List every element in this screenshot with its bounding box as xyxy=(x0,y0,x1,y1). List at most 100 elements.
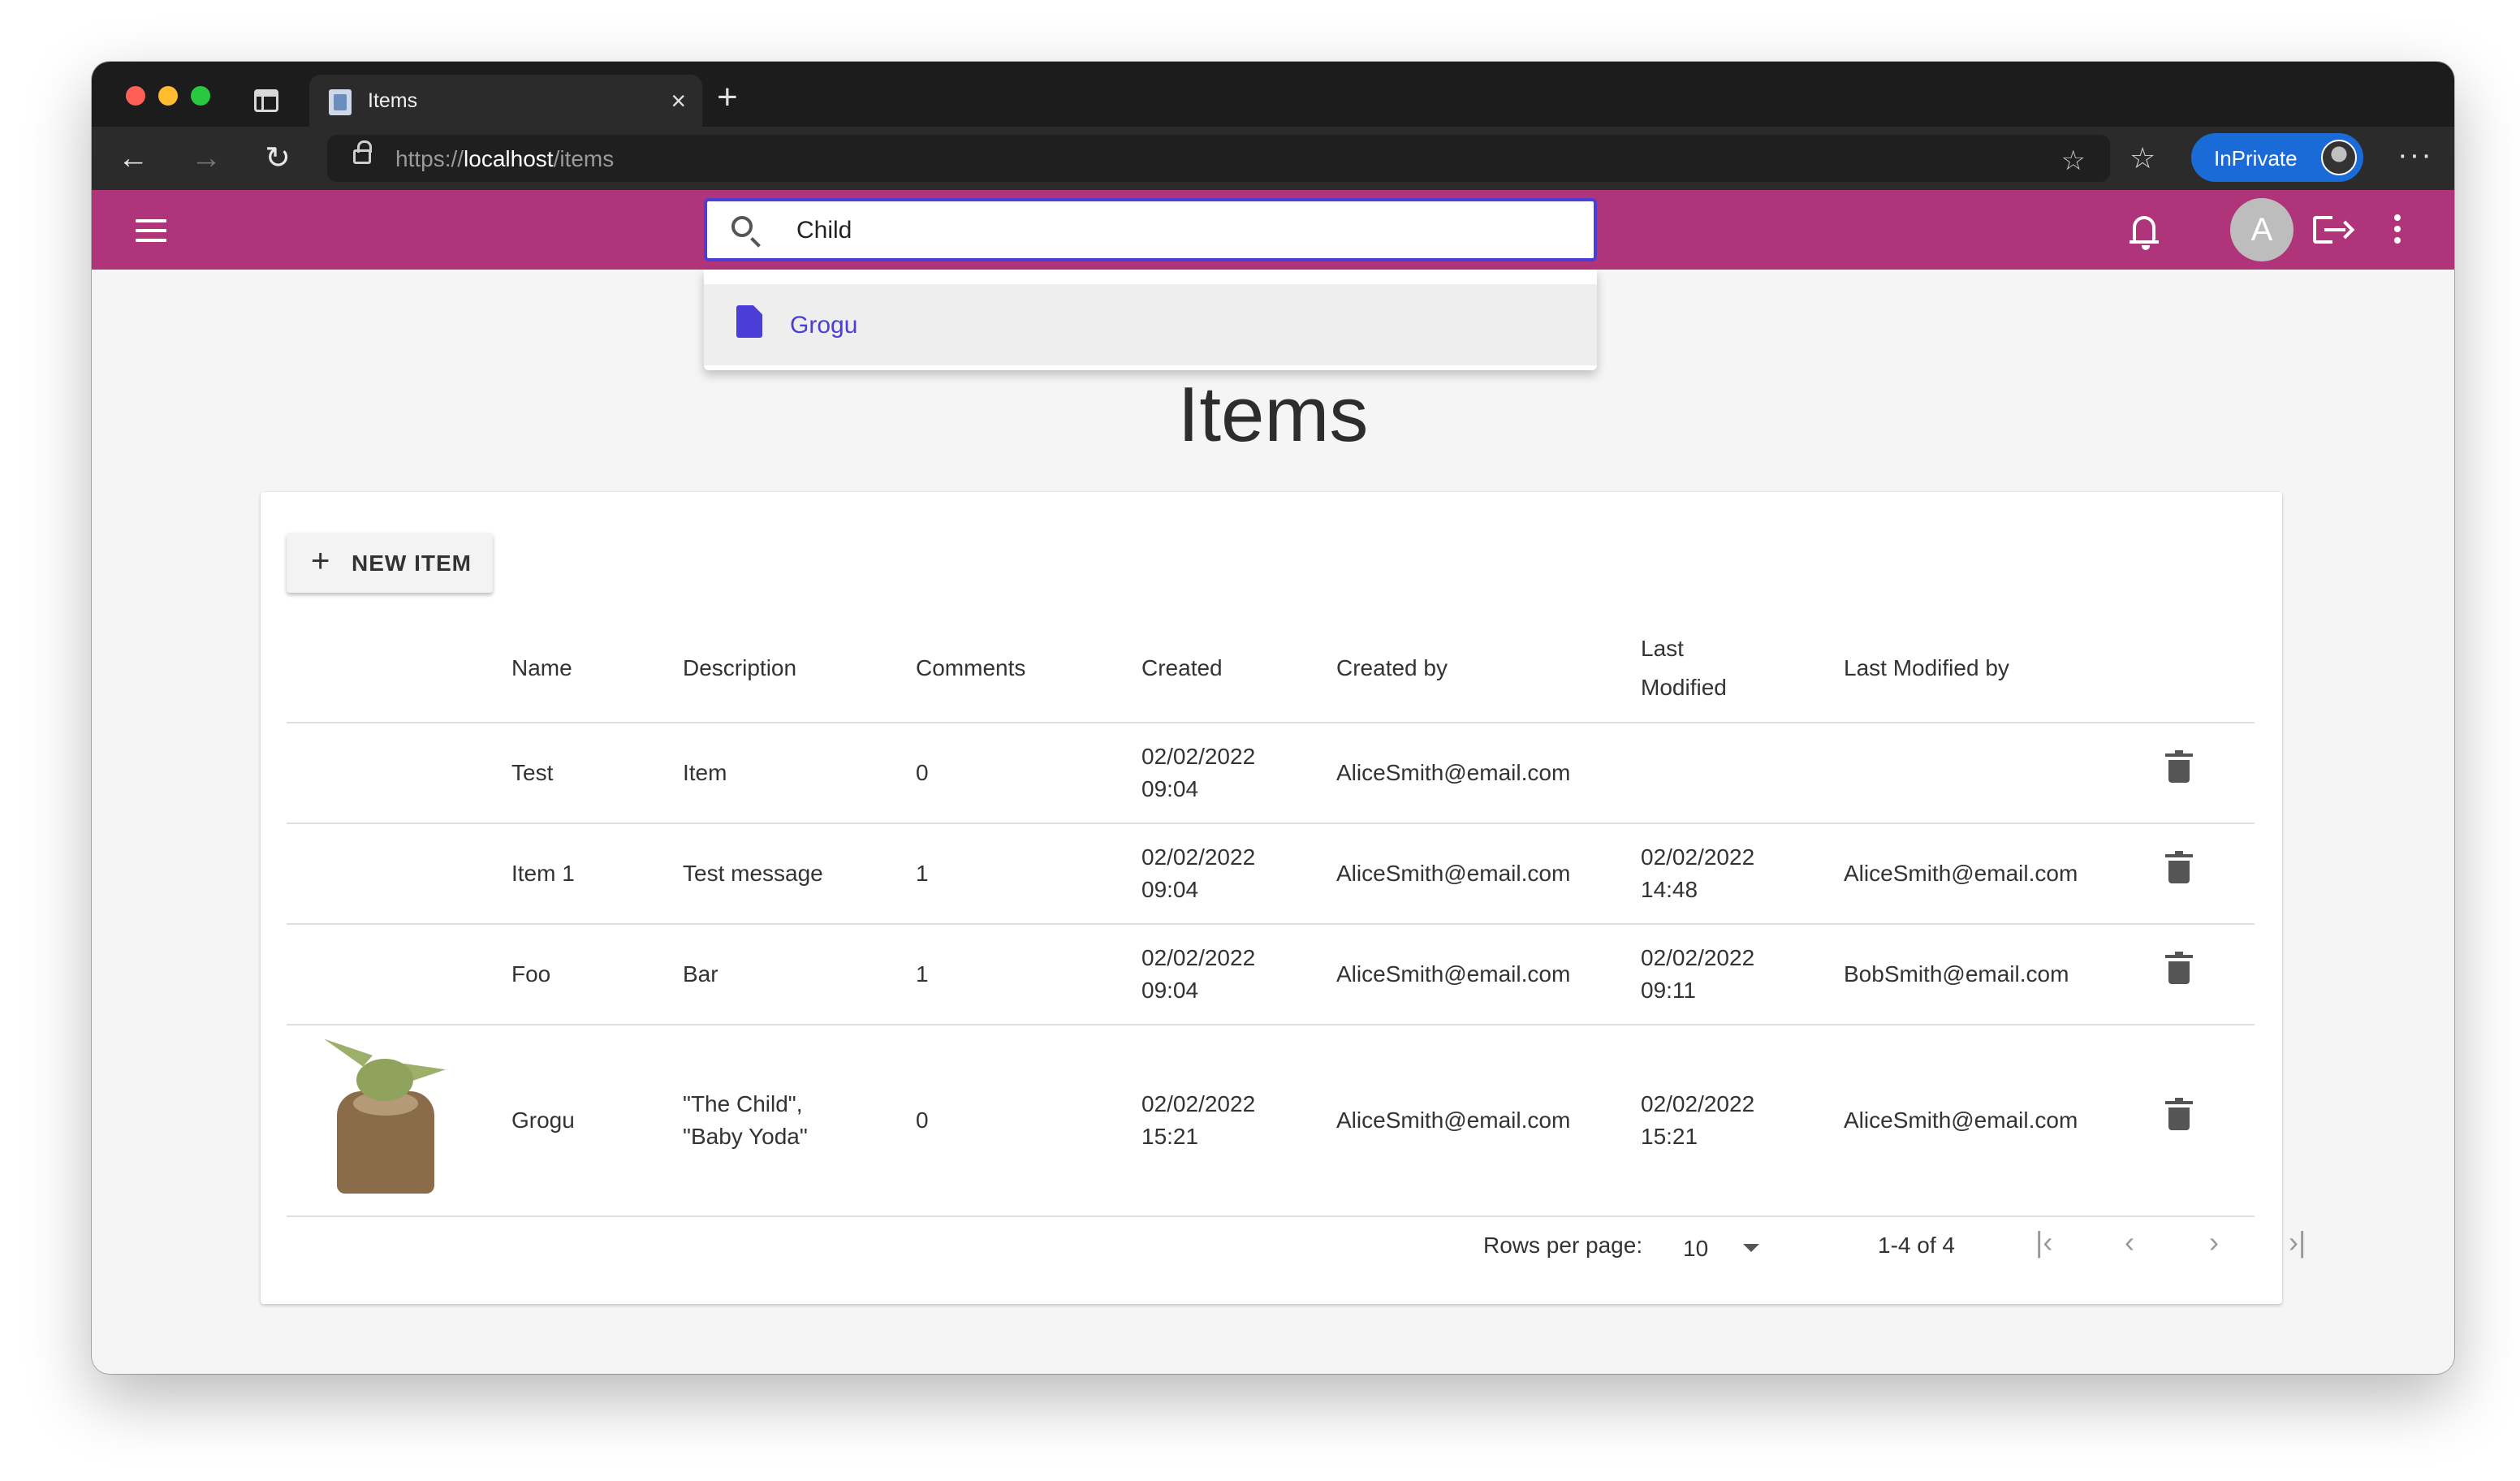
table-row[interactable]: Grogu "The Child", "Baby Yoda" 0 02/02/20… xyxy=(287,1025,2255,1217)
header-actions xyxy=(2168,614,2255,723)
row-created: 02/02/2022 09:04 xyxy=(1141,723,1336,824)
row-modified-by xyxy=(1844,723,2168,824)
browser-window: Items × + ← → ↻ https://localhost/items … xyxy=(92,62,2454,1374)
table-row[interactable]: Foo Bar 1 02/02/2022 09:04 AliceSmith@ema… xyxy=(287,924,2255,1025)
header-last-modified-by[interactable]: Last Modified by xyxy=(1844,614,2168,723)
inprivate-label: InPrivate xyxy=(2214,146,2298,171)
header-created-by[interactable]: Created by xyxy=(1336,614,1641,723)
add-favorite-icon[interactable]: ☆ xyxy=(2061,145,2086,177)
header-image xyxy=(287,614,511,723)
minimize-window-button[interactable] xyxy=(158,86,178,106)
row-created-by: AliceSmith@email.com xyxy=(1336,823,1641,925)
rows-per-page-label: Rows per page: xyxy=(1483,1233,1643,1258)
header-description[interactable]: Description xyxy=(683,614,916,723)
row-modified xyxy=(1641,723,1844,824)
search-result-label: Grogu xyxy=(790,312,858,339)
menu-icon[interactable] xyxy=(136,219,166,242)
new-item-button[interactable]: + NEW ITEM xyxy=(287,533,493,593)
app-bar: A xyxy=(92,190,2454,270)
row-created-by: AliceSmith@email.com xyxy=(1336,924,1641,1025)
search-input[interactable] xyxy=(796,213,1527,248)
tab-items[interactable]: Items × xyxy=(309,75,702,127)
row-created: 02/02/2022 15:21 xyxy=(1141,1025,1336,1217)
row-description: "The Child", "Baby Yoda" xyxy=(683,1025,916,1217)
next-page-icon[interactable]: › xyxy=(2209,1228,2219,1257)
row-comments: 0 xyxy=(916,1025,1141,1217)
grogu-thumbnail xyxy=(324,1038,446,1194)
row-name: Item 1 xyxy=(511,823,683,925)
profile-avatar-icon xyxy=(2321,140,2357,175)
new-item-label: NEW ITEM xyxy=(352,551,472,576)
table-pagination: Rows per page: 10 1-4 of 4 |‹ ‹ › ›| xyxy=(261,1207,2306,1288)
notifications-bell-icon[interactable] xyxy=(2129,216,2159,250)
items-table: Name Description Comments Created Create… xyxy=(287,614,2255,1217)
tab-actions-icon[interactable] xyxy=(254,89,278,112)
page-range-text: 1-4 of 4 xyxy=(1878,1233,1955,1258)
first-page-icon[interactable]: |‹ xyxy=(2035,1228,2052,1257)
row-image xyxy=(287,1025,511,1217)
url-text[interactable]: https://localhost/items xyxy=(395,146,614,172)
items-card: + NEW ITEM Name Description Comments Cre… xyxy=(261,492,2306,1304)
row-created-by: AliceSmith@email.com xyxy=(1336,723,1641,824)
delete-trash-icon[interactable] xyxy=(2165,951,2193,984)
tab-title: Items xyxy=(368,89,418,112)
row-actions xyxy=(2165,924,2255,1025)
row-created-by: AliceSmith@email.com xyxy=(1336,1025,1641,1217)
row-modified: 02/02/2022 14:48 xyxy=(1641,823,1844,925)
table-row[interactable]: Item 1 Test message 1 02/02/2022 09:04 Al… xyxy=(287,823,2255,925)
caret-down-icon[interactable] xyxy=(1743,1244,1759,1252)
refresh-icon[interactable]: ↻ xyxy=(259,140,296,177)
row-actions xyxy=(2165,723,2255,824)
delete-trash-icon[interactable] xyxy=(2165,749,2193,783)
header-created[interactable]: Created xyxy=(1141,614,1336,723)
table-header-row: Name Description Comments Created Create… xyxy=(287,614,2255,723)
more-vert-icon[interactable] xyxy=(2394,214,2401,248)
row-description: Test message xyxy=(683,823,916,925)
favorites-icon[interactable]: ☆ xyxy=(2129,140,2155,177)
row-name: Foo xyxy=(511,924,683,1025)
delete-trash-icon[interactable] xyxy=(2165,1097,2193,1130)
more-options-icon[interactable]: ··· xyxy=(2397,138,2433,173)
page-title: Items xyxy=(1177,371,1369,458)
user-avatar[interactable]: A xyxy=(2230,198,2293,261)
last-page-icon[interactable]: ›| xyxy=(2289,1228,2306,1257)
row-description: Bar xyxy=(683,924,916,1025)
row-name: Grogu xyxy=(511,1025,683,1217)
row-modified-by: AliceSmith@email.com xyxy=(1844,823,2168,925)
address-bar-row: ← → ↻ https://localhost/items ☆ ☆ ⧉ InPr… xyxy=(92,127,2454,190)
row-comments: 0 xyxy=(916,723,1141,824)
header-last-modified[interactable]: Last Modified xyxy=(1641,614,1844,723)
search-box[interactable] xyxy=(704,198,1597,261)
lock-icon[interactable] xyxy=(353,140,372,164)
logout-icon[interactable] xyxy=(2313,216,2345,244)
plus-icon: + xyxy=(311,543,331,579)
row-description: Item xyxy=(683,723,916,824)
row-image xyxy=(287,723,511,824)
tab-strip: Items × + xyxy=(92,62,2454,127)
row-image xyxy=(287,924,511,1025)
maximize-window-button[interactable] xyxy=(191,86,210,106)
table-row[interactable]: Test Item 0 02/02/2022 09:04 AliceSmith@e… xyxy=(287,723,2255,824)
row-actions xyxy=(2165,823,2255,925)
address-bar[interactable]: https://localhost/items ☆ xyxy=(327,135,2110,182)
document-icon xyxy=(736,305,762,338)
close-window-button[interactable] xyxy=(126,86,145,106)
new-tab-button[interactable]: + xyxy=(717,80,738,115)
row-modified: 02/02/2022 09:11 xyxy=(1641,924,1844,1025)
delete-trash-icon[interactable] xyxy=(2165,850,2193,883)
forward-arrow-icon[interactable]: → xyxy=(188,140,225,177)
previous-page-icon[interactable]: ‹ xyxy=(2125,1228,2134,1257)
close-tab-icon[interactable]: × xyxy=(671,86,686,115)
header-name[interactable]: Name xyxy=(511,614,683,723)
rows-per-page-select[interactable]: 10 xyxy=(1683,1236,1708,1262)
header-comments[interactable]: Comments xyxy=(916,614,1141,723)
row-modified-by: BobSmith@email.com xyxy=(1844,924,2168,1025)
back-arrow-icon[interactable]: ← xyxy=(114,140,152,177)
search-result-item[interactable]: Grogu xyxy=(704,284,1597,365)
inprivate-badge[interactable]: InPrivate xyxy=(2191,133,2363,182)
row-modified: 02/02/2022 15:21 xyxy=(1641,1025,1844,1217)
row-created: 02/02/2022 09:04 xyxy=(1141,924,1336,1025)
row-comments: 1 xyxy=(916,823,1141,925)
page-favicon-icon xyxy=(329,89,352,115)
row-comments: 1 xyxy=(916,924,1141,1025)
